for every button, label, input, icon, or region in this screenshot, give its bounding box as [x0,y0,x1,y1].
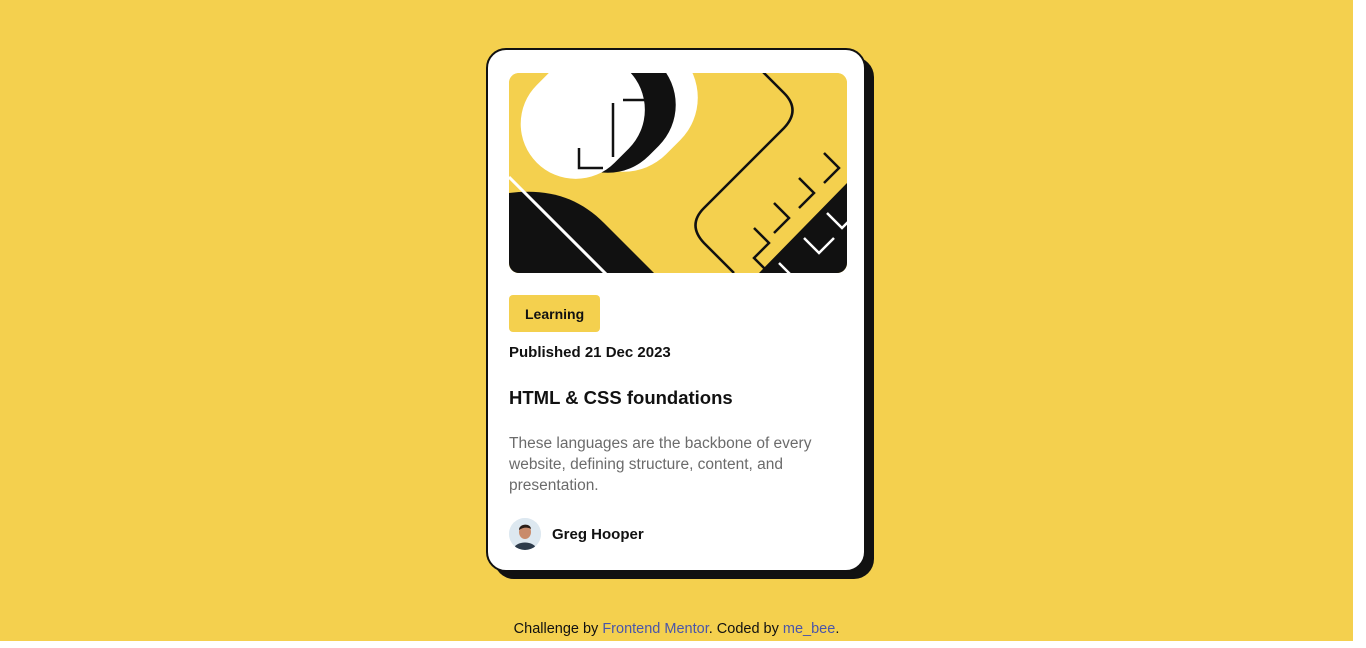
avatar [509,518,541,550]
author-name: Greg Hooper [552,525,644,543]
frontend-mentor-link[interactable]: Frontend Mentor [602,621,708,637]
author-link[interactable]: me_bee [783,621,835,637]
category-tag-label: Learning [525,305,585,322]
card-title[interactable]: HTML & CSS foundations [509,387,733,409]
category-tag: Learning [509,295,601,332]
user-avatar-photo-icon [509,518,541,550]
attribution-footer: Challenge by Frontend Mentor. Coded by m… [0,621,1353,637]
footer-suffix: . [835,621,840,637]
author: Greg Hooper [509,518,644,550]
footer-prefix: Challenge by [513,621,603,637]
footer-middle: . Coded by [708,621,783,637]
blog-preview-card: Learning Published 21 Dec 2023 HTML & CS… [486,48,866,572]
card-description: These languages are the backbone of ever… [509,435,812,494]
hero-illustration [509,73,847,273]
published-date: Published 21 Dec 2023 [509,344,671,361]
